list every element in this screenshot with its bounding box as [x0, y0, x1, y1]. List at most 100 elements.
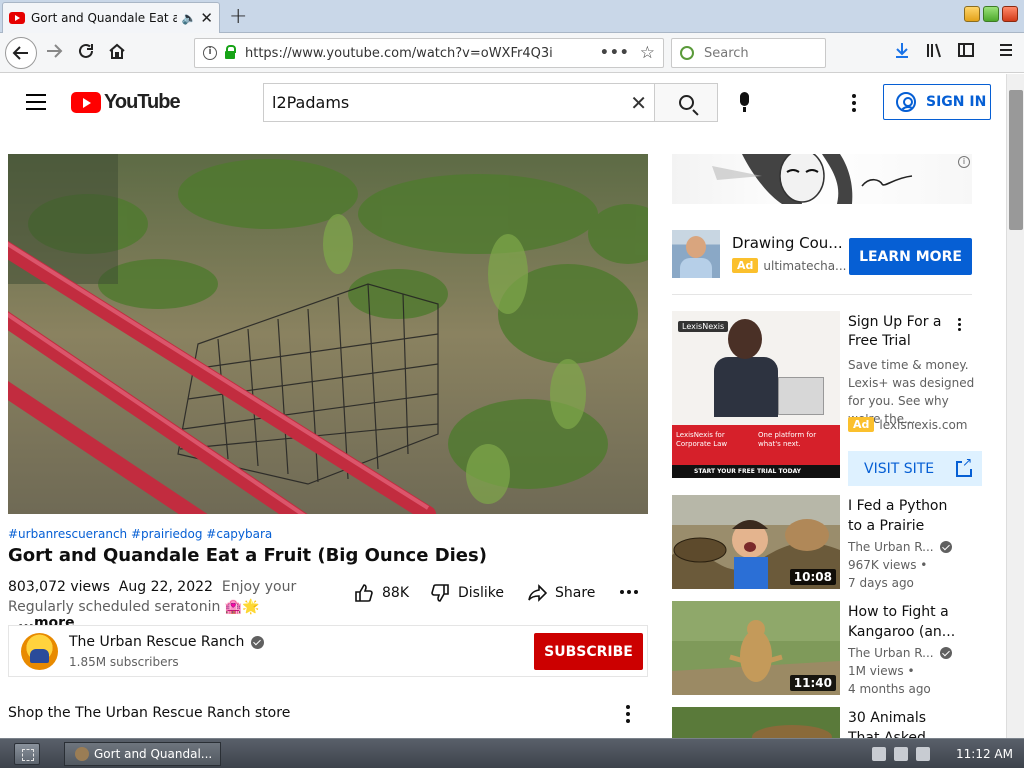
guide-menu-icon[interactable]	[26, 94, 46, 110]
ad-info-icon[interactable]: i	[958, 156, 970, 168]
sign-in-button[interactable]: SIGN IN	[883, 84, 991, 120]
thumbnail-image	[672, 707, 840, 738]
library-icon[interactable]	[925, 41, 943, 59]
banner-ad[interactable]	[672, 154, 972, 204]
address-bar[interactable]: i https://www.youtube.com/watch?v=oWXFr4…	[194, 38, 664, 68]
store-menu-icon[interactable]	[626, 705, 630, 726]
channel-name: The Urban Rescue Ranch	[69, 634, 245, 650]
search-engine-icon	[680, 46, 694, 60]
external-link-icon	[956, 454, 973, 477]
youtube-logo-text: YouTube	[104, 91, 181, 113]
keyboard-icon[interactable]	[872, 747, 886, 761]
lexis-ad-menu-icon[interactable]	[958, 318, 961, 333]
search-icon	[678, 95, 694, 110]
lexis-ad-meta: Ad lexisnexis.com	[848, 417, 968, 432]
recommended-video-channel: The Urban R...	[848, 646, 934, 660]
close-window-button[interactable]	[1002, 6, 1018, 22]
youtube-play-icon	[71, 92, 101, 113]
recommended-video[interactable]: 30 Animals That Asked	[672, 707, 1002, 738]
browser-search-placeholder: Search	[704, 45, 749, 61]
close-tab-icon[interactable]: ✕	[200, 9, 213, 27]
minimize-button[interactable]	[964, 6, 980, 22]
os-taskbar: Gort and Quandal... 11:12 AM	[0, 738, 1024, 768]
description-line1: Enjoy your	[221, 579, 297, 595]
lexis-thumb-banner: LexisNexis for Corporate Law One platfor…	[672, 425, 840, 467]
page-actions-icon[interactable]: •••	[600, 45, 630, 61]
new-tab-button[interactable]: +	[229, 4, 247, 29]
url-text: https://www.youtube.com/watch?v=oWXFr4Q3…	[245, 45, 553, 61]
store-heading: Shop the The Urban Rescue Ranch store	[8, 705, 291, 721]
speaker-icon[interactable]: 🔈	[181, 11, 196, 25]
sidebar-divider	[672, 294, 972, 295]
reload-icon[interactable]	[77, 42, 95, 60]
dislike-button[interactable]: Dislike	[430, 583, 504, 603]
microphone-icon[interactable]	[740, 92, 749, 112]
updates-icon[interactable]	[916, 747, 930, 761]
back-arrow-icon	[12, 46, 28, 60]
recommended-video-title: 30 Animals That Asked	[848, 710, 927, 738]
more-actions-icon[interactable]	[620, 590, 638, 594]
lexis-ad-thumbnail[interactable]: LexisNexis LexisNexis for Corporate Law …	[672, 311, 840, 478]
video-meta[interactable]: 803,072 views Aug 22, 2022 Enjoy your	[8, 579, 296, 595]
promo-meta: Ad ultimatecha...	[732, 258, 852, 273]
forward-arrow-icon[interactable]	[45, 42, 63, 60]
search-input[interactable]: l2Padams ✕	[263, 83, 655, 122]
system-tray	[872, 747, 930, 761]
recommended-video-title: I Fed a Python to a Prairie Do...	[848, 498, 948, 534]
video-hashtags[interactable]: #urbanrescueranch #prairiedog #capybara	[8, 527, 272, 541]
dislike-label: Dislike	[458, 585, 504, 601]
browser-search-input[interactable]: Search	[671, 38, 826, 68]
share-icon	[528, 584, 547, 602]
banner-ad-artwork	[712, 154, 913, 204]
account-icon	[896, 92, 916, 112]
channel-avatar[interactable]	[21, 633, 58, 670]
home-icon[interactable]	[108, 42, 126, 60]
video-duration: 11:40	[789, 675, 836, 691]
sign-in-label: SIGN IN	[926, 94, 987, 110]
channel-card: The Urban Rescue Ranch 1.85M subscribers…	[8, 625, 648, 677]
settings-kebab-icon[interactable]	[852, 94, 856, 115]
like-count: 88K	[382, 585, 409, 601]
visit-site-button[interactable]: VISIT SITE	[848, 451, 982, 486]
search-button[interactable]	[654, 83, 718, 122]
video-player[interactable]	[8, 154, 648, 514]
bookmark-star-icon[interactable]: ☆	[640, 43, 655, 63]
learn-more-button[interactable]: LEARN MORE	[849, 238, 972, 275]
recommended-video-age: 4 months ago	[848, 682, 931, 696]
network-icon[interactable]	[894, 747, 908, 761]
recommended-video[interactable]: 10:08 I Fed a Python to a Prairie Do... …	[672, 495, 1002, 590]
thumbs-up-icon	[355, 584, 373, 602]
lexis-thumb-cta: START YOUR FREE TRIAL TODAY	[672, 465, 840, 478]
browser-tab[interactable]: Gort and Quandale Eat a 🔈 ✕	[2, 2, 220, 33]
taskbar-window-button[interactable]: Gort and Quandal...	[64, 742, 221, 766]
lock-icon	[225, 45, 236, 59]
info-icon[interactable]: i	[203, 46, 217, 60]
lexis-ad-title[interactable]: Sign Up For a Free Trial	[848, 313, 966, 351]
verified-badge-icon	[251, 635, 265, 649]
video-thumbnail	[672, 707, 840, 738]
menu-icon[interactable]	[997, 41, 1015, 59]
share-button[interactable]: Share	[527, 583, 595, 603]
clock[interactable]: 11:12 AM	[956, 747, 1013, 761]
like-button[interactable]: 88K	[354, 583, 409, 603]
maximize-button[interactable]	[983, 6, 999, 22]
recommended-video[interactable]: 11:40 How to Fight a Kangaroo (an... The…	[672, 601, 1002, 696]
promo-title: Drawing Cou...	[732, 234, 842, 252]
lexis-person-head	[728, 319, 762, 359]
sidebar-toggle-icon[interactable]	[957, 41, 975, 59]
scrollbar-thumb[interactable]	[1009, 90, 1023, 230]
start-menu-button[interactable]	[14, 743, 40, 765]
channel-name-row[interactable]: The Urban Rescue Ranch	[69, 634, 265, 650]
page-scrollbar[interactable]	[1006, 74, 1024, 738]
subscribe-button[interactable]: SUBSCRIBE	[534, 633, 643, 670]
share-label: Share	[555, 585, 596, 601]
recommended-video-channel: The Urban R...	[848, 540, 934, 554]
video-duration: 10:08	[789, 569, 836, 585]
download-icon[interactable]	[893, 41, 911, 59]
youtube-logo[interactable]: YouTube	[71, 91, 181, 114]
clear-search-icon[interactable]: ✕	[630, 91, 647, 115]
recommended-video-views: 967K views •	[848, 558, 928, 572]
back-button[interactable]	[5, 37, 37, 69]
view-count: 803,072 views	[8, 579, 110, 595]
laptop-icon	[778, 377, 824, 415]
